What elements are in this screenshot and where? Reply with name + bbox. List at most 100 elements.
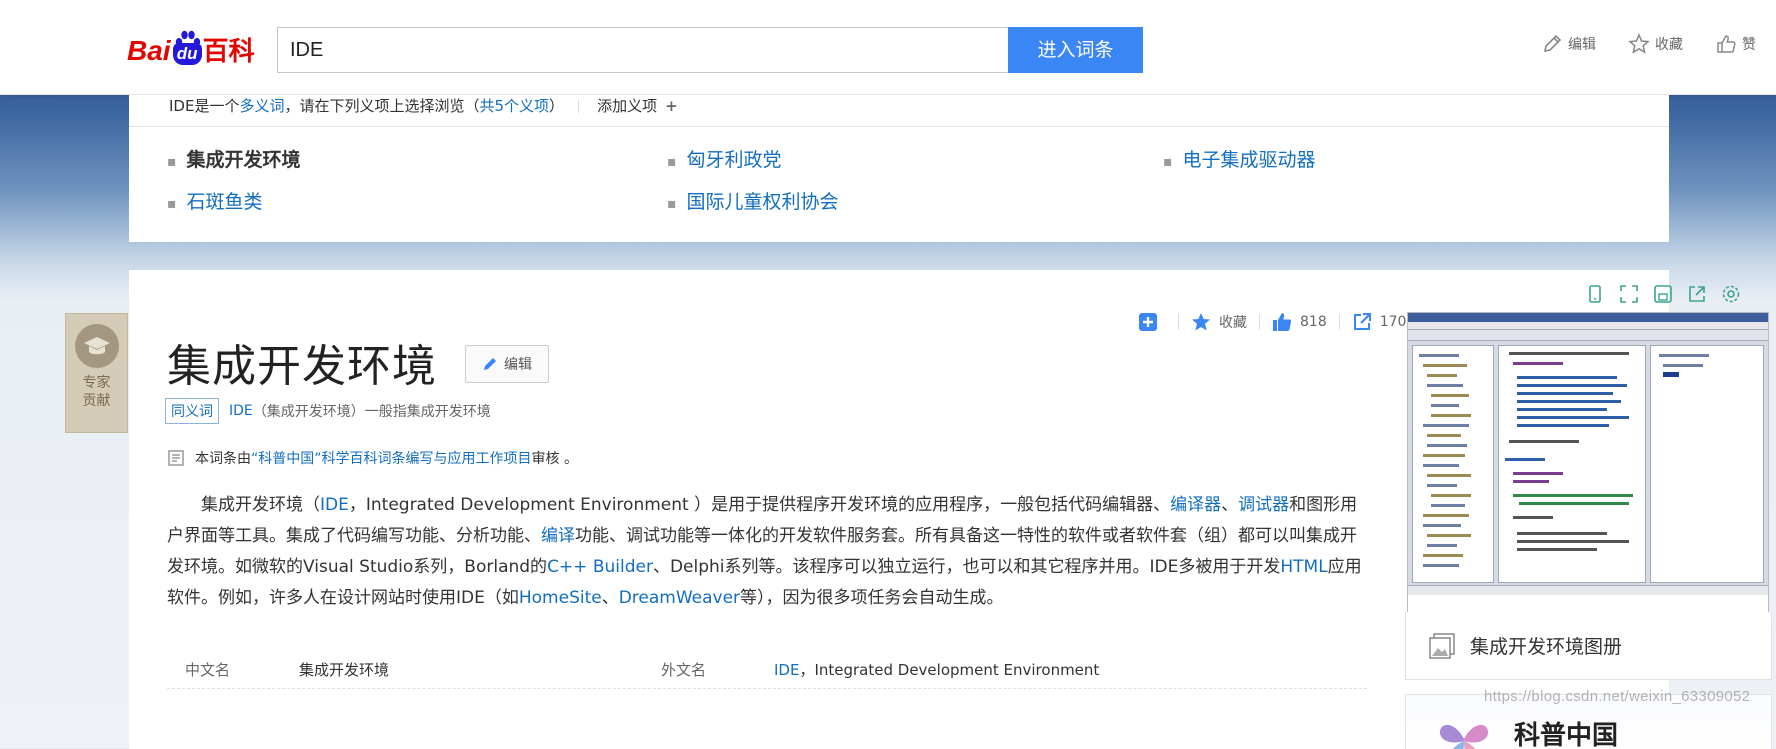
settings-icon[interactable]: [1721, 284, 1741, 304]
synonym-link[interactable]: IDE: [229, 403, 253, 419]
save-icon[interactable]: [1653, 284, 1673, 304]
gallery-icon: [1429, 632, 1455, 659]
synonym-tag[interactable]: 同义词: [165, 398, 219, 424]
search-box: [277, 27, 1008, 73]
sense-label: 集成开发环境: [186, 149, 301, 171]
ide-window: [1408, 313, 1768, 613]
polysemy-intro-pre: 是一个: [194, 97, 240, 115]
sense-item-hungarian-party[interactable]: ▪ 匈牙利政党: [667, 145, 782, 172]
favorite-label: 收藏: [1219, 315, 1247, 331]
expert-line-2: 贡献: [82, 393, 111, 409]
ide-editor-pane: [1498, 345, 1646, 583]
polysemy-term: IDE: [169, 97, 195, 115]
logo-paw: du: [172, 30, 202, 66]
bullet-icon: ▪: [667, 154, 677, 170]
fullscreen-icon[interactable]: [1619, 284, 1639, 304]
summary-paragraph: 集成开发环境（IDE，Integrated Development Enviro…: [167, 490, 1367, 614]
sense-item-child-rights[interactable]: ▪ 国际儿童权利协会: [667, 187, 839, 214]
header-edit-label: 编辑: [1568, 37, 1596, 53]
like-count: 818: [1300, 314, 1327, 330]
divider: [1259, 314, 1260, 330]
polysemy-intro: IDE 是一个 多义词 ，请在下列义项上选择浏览（ 共5个义项 ） 添加义项 +: [129, 95, 1669, 117]
expert-contribution-badge[interactable]: 专家 贡献: [65, 313, 128, 433]
basic-info-value: 集成开发环境: [299, 661, 390, 679]
ide-console: [1408, 595, 1768, 613]
export-icon[interactable]: [1687, 284, 1707, 304]
summary-link-cpp-builder[interactable]: C++ Builder: [547, 557, 653, 577]
sense-label: 电子集成驱动器: [1182, 149, 1316, 171]
album-toolbar: [1585, 284, 1741, 304]
page-title: 集成开发环境: [167, 341, 437, 392]
summary-link-homesite[interactable]: HomeSite: [519, 588, 602, 608]
ide-toolbar: [1408, 330, 1768, 341]
entry-summary: 集成开发环境（IDE，Integrated Development Enviro…: [167, 490, 1367, 614]
butterfly-icon: [1439, 724, 1489, 749]
summary-text: 、: [1221, 495, 1239, 515]
entry-stats: 收藏 818 170: [1138, 310, 1418, 334]
polysemy-intro-post: ）: [549, 97, 565, 115]
summary-link-debugger[interactable]: 调试器: [1238, 495, 1289, 515]
sense-item-ide: ▪ 集成开发环境: [167, 145, 301, 172]
bullet-icon: ▪: [1163, 154, 1173, 170]
bullet-icon: ▪: [167, 154, 177, 170]
header-favorite-label: 收藏: [1655, 37, 1683, 53]
graduation-cap-icon: [74, 324, 119, 368]
summary-link-ide[interactable]: IDE: [320, 495, 349, 515]
plus-square-icon: [1139, 313, 1157, 331]
logo-bai: Bai: [127, 35, 171, 66]
album-caption: 集成开发环境图册: [1470, 636, 1623, 658]
search-input[interactable]: [278, 28, 1008, 72]
header-favorite-button[interactable]: 收藏: [1628, 32, 1683, 56]
enter-entry-button[interactable]: 进入词条: [1008, 27, 1143, 73]
polysemy-count-link[interactable]: 共5个义项: [480, 97, 550, 115]
thumbs-up-icon: [1717, 35, 1736, 53]
polysemy-intro-mid: ，请在下列义项上选择浏览（: [284, 97, 480, 115]
expert-line-1: 专家: [82, 375, 111, 391]
summary-link-dreamweaver[interactable]: DreamWeaver: [619, 588, 740, 608]
logo-du: du: [172, 43, 202, 65]
synonym-line: 同义词 IDE （集成开发环境）一般指集成开发环境: [165, 398, 491, 424]
review-link[interactable]: “科普中国”科学百科词条编写与应用工作项目: [251, 448, 532, 468]
image-album: 集成开发环境图册: [1405, 270, 1772, 680]
bullet-icon: ▪: [167, 196, 177, 212]
review-pre: 本词条由: [195, 451, 251, 467]
like-button[interactable]: 818: [1272, 312, 1327, 332]
header-edit-button[interactable]: 编辑: [1541, 32, 1596, 56]
add-sense-button[interactable]: 添加义项: [597, 97, 657, 115]
summary-text: ，Integrated Development Environment ）是用于…: [348, 495, 1171, 515]
pencil-icon: [1543, 34, 1562, 53]
album-caption-button[interactable]: 集成开发环境图册: [1405, 612, 1772, 680]
document-icon: [168, 450, 184, 466]
top-header: Bai du 百科 进入词条 编辑 收藏 赞: [0, 0, 1776, 95]
sense-item-electronic-drive[interactable]: ▪ 电子集成驱动器: [1163, 145, 1316, 172]
favorite-button[interactable]: 收藏: [1191, 312, 1247, 332]
ide-outline-pane: [1650, 345, 1764, 583]
sense-label: 匈牙利政党: [686, 149, 782, 171]
share-count: 170: [1379, 314, 1407, 330]
divider: [578, 99, 580, 113]
summary-link-compiler[interactable]: 编译器: [1170, 495, 1221, 515]
baidu-baike-logo[interactable]: Bai du 百科: [127, 22, 255, 66]
plus-icon[interactable]: +: [665, 97, 678, 115]
edit-entry-button[interactable]: 编辑: [465, 345, 549, 383]
share-button[interactable]: 170: [1352, 312, 1407, 332]
summary-link-compile[interactable]: 编译: [541, 526, 575, 546]
header-like-button[interactable]: 赞: [1715, 32, 1756, 56]
add-button[interactable]: [1138, 312, 1166, 332]
mobile-icon[interactable]: [1585, 284, 1605, 304]
basic-info-row: 中文名 集成开发环境 外文名 IDE，Integrated Developmen…: [167, 653, 1367, 689]
divider: [129, 126, 1669, 127]
basic-info-link-ide[interactable]: IDE: [774, 661, 799, 679]
sense-label: 石斑鱼类: [186, 191, 263, 213]
summary-link-html[interactable]: HTML: [1280, 557, 1327, 577]
summary-text: 、: [601, 588, 619, 608]
kepu-title: 科普中国: [1514, 721, 1619, 749]
share-icon: [1353, 313, 1371, 330]
ide-project-pane: [1412, 345, 1494, 583]
ide-screenshot-image[interactable]: [1407, 312, 1769, 614]
bullet-icon: ▪: [667, 196, 677, 212]
sense-item-grouper[interactable]: ▪ 石斑鱼类: [167, 187, 263, 214]
watermark-text: https://blog.csdn.net/weixin_63309052: [1484, 688, 1751, 705]
review-post: 审核 。: [531, 451, 578, 467]
polysemy-link[interactable]: 多义词: [239, 97, 284, 115]
